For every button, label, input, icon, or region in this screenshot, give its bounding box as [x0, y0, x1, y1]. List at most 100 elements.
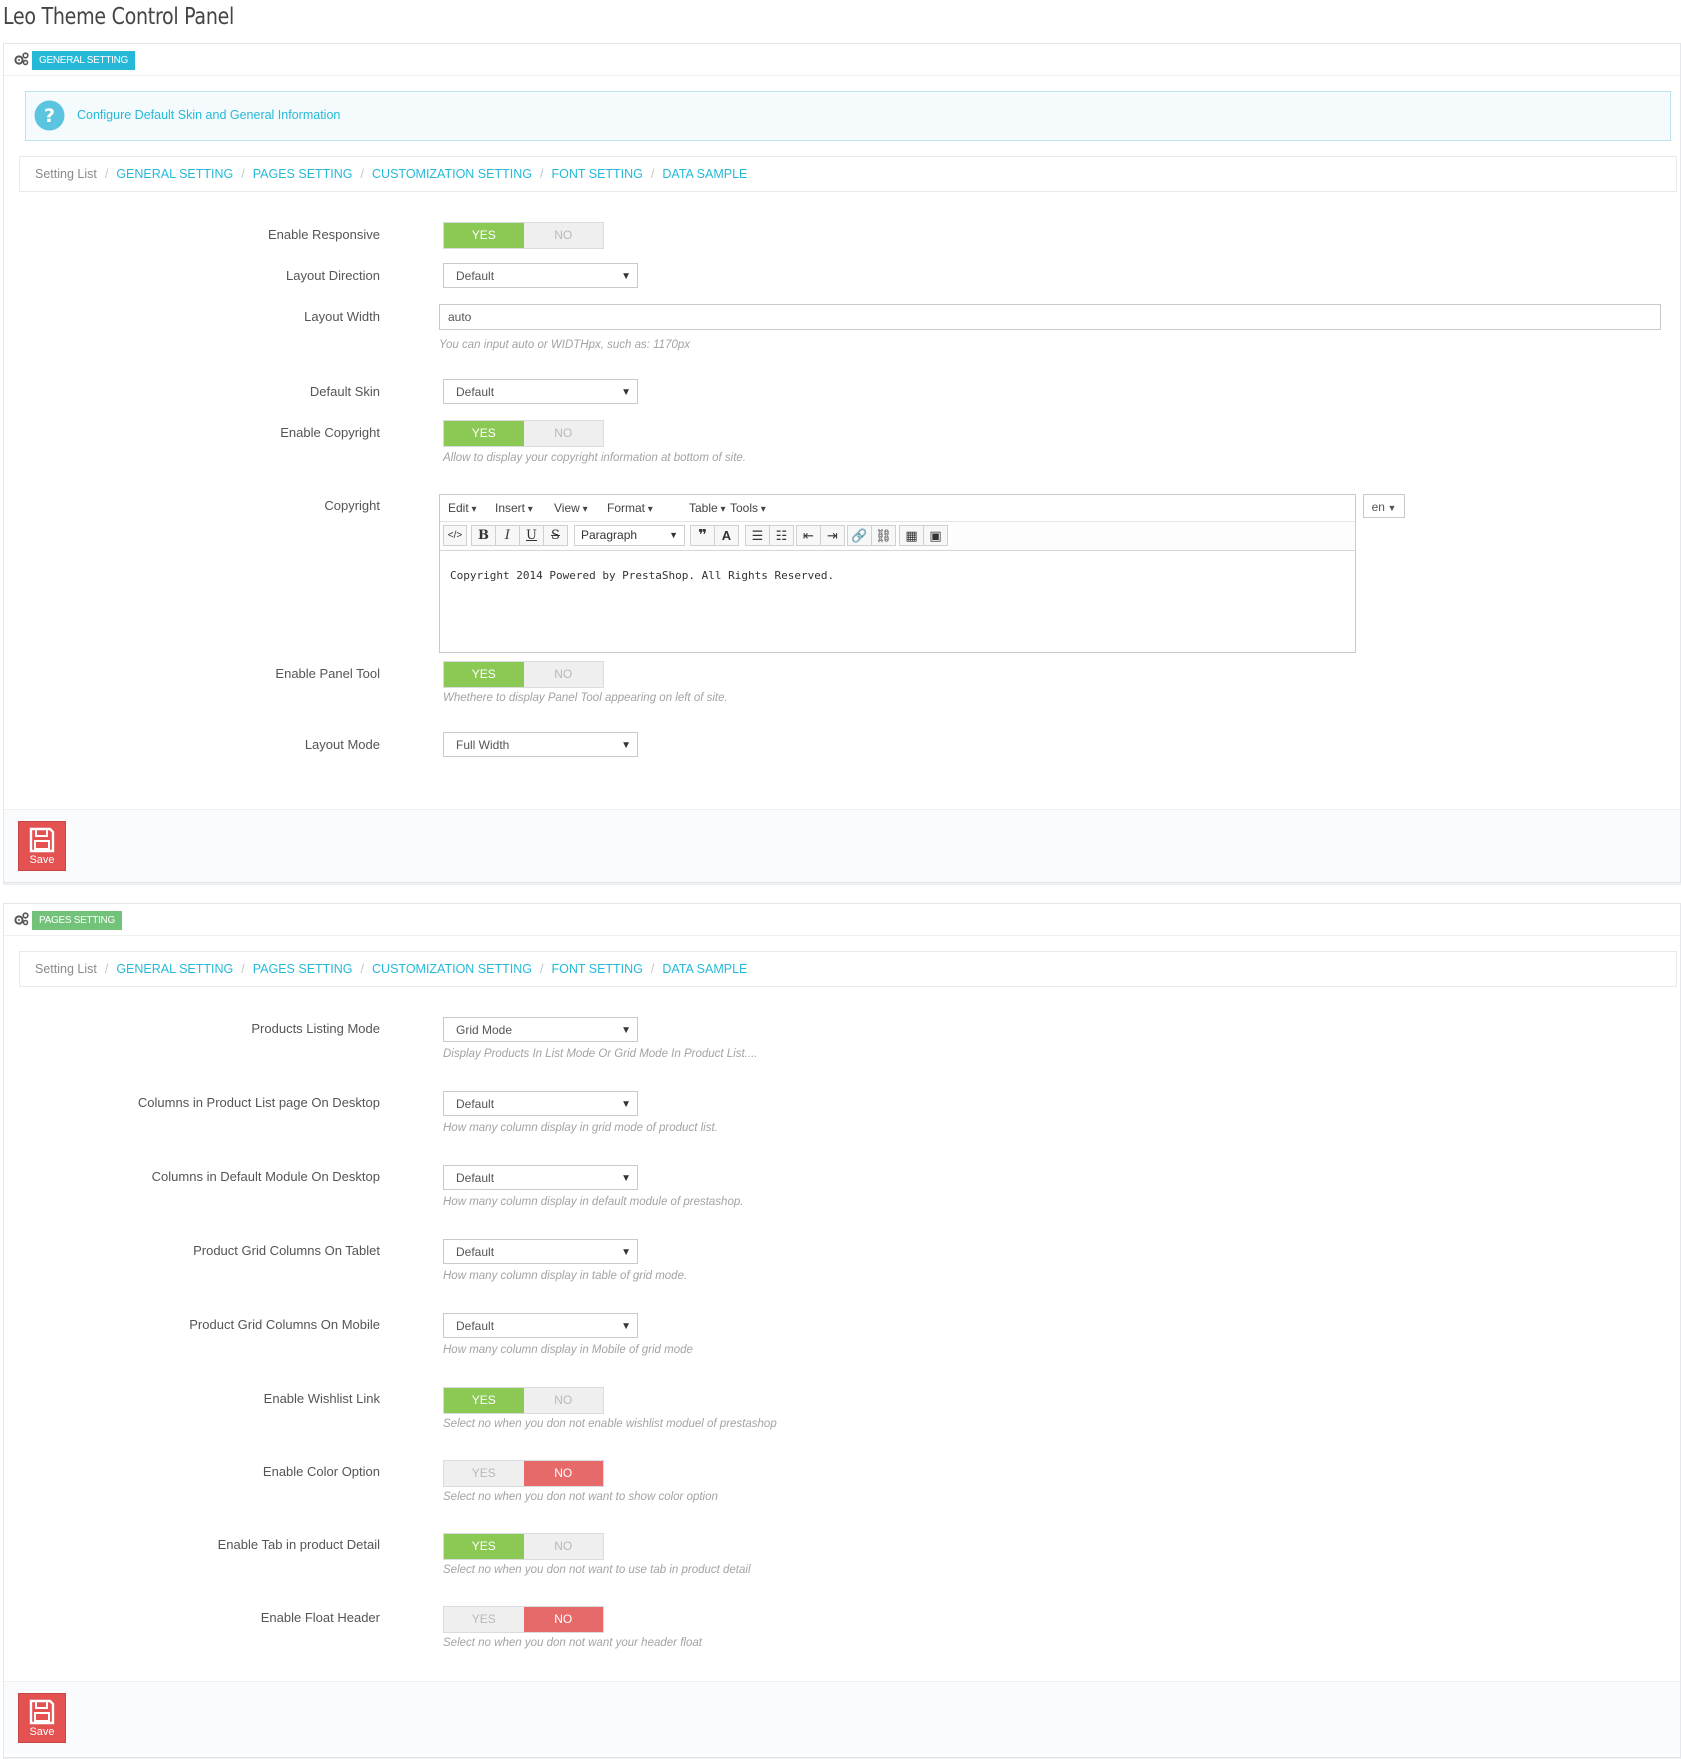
wishlist-toggle[interactable]: YES NO	[443, 1387, 604, 1414]
color-option-toggle[interactable]: YES NO	[443, 1460, 604, 1487]
toggle-no[interactable]: NO	[523, 1607, 603, 1632]
listing-mode-help: Display Products In List Mode Or Grid Mo…	[443, 1048, 758, 1060]
blockquote-icon[interactable]: ❞	[691, 526, 715, 545]
layout-width-input[interactable]: auto	[439, 304, 1661, 330]
link-icon[interactable]: 🔗	[848, 526, 872, 545]
italic-icon[interactable]: I	[496, 526, 520, 545]
menu-format[interactable]: Format	[607, 501, 653, 515]
save-label: Save	[29, 854, 55, 866]
cols-mobile-select[interactable]: Default ▼	[443, 1313, 638, 1338]
panel-footer: Save	[4, 809, 1680, 882]
cols-module-select[interactable]: Default ▼	[443, 1165, 638, 1190]
caret-down-icon: ▼	[621, 740, 631, 751]
breadcrumb-pages-setting[interactable]: PAGES SETTING	[253, 962, 353, 976]
breadcrumb-font-setting[interactable]: FONT SETTING	[551, 962, 642, 976]
floppy-disk-icon	[29, 827, 55, 853]
select-value: Default	[456, 385, 495, 399]
info-text: Configure Default Skin and General Infor…	[77, 108, 341, 122]
caret-down-icon: ▼	[621, 1247, 631, 1258]
cols-desktop-select[interactable]: Default ▼	[443, 1091, 638, 1116]
breadcrumb-general-setting[interactable]: GENERAL SETTING	[116, 962, 233, 976]
float-header-toggle[interactable]: YES NO	[443, 1606, 604, 1633]
indent-icon[interactable]: ⇥	[821, 526, 844, 545]
toggle-no[interactable]: NO	[524, 1534, 604, 1559]
breadcrumb-customization-setting[interactable]: CUSTOMIZATION SETTING	[372, 167, 532, 181]
bullet-list-icon[interactable]: ☰	[746, 526, 770, 545]
source-code-icon[interactable]: </>	[443, 525, 467, 546]
panel-heading: PAGES SETTING	[4, 904, 1680, 936]
breadcrumb-general-setting[interactable]: GENERAL SETTING	[116, 167, 233, 181]
layout-direction-select[interactable]: Default ▼	[443, 263, 638, 288]
layout-mode-select[interactable]: Full Width ▼	[443, 732, 638, 757]
toggle-yes[interactable]: YES	[444, 1388, 524, 1413]
pages-setting-panel: PAGES SETTING Setting List / GENERAL SETTI…	[3, 903, 1681, 1758]
menu-view[interactable]: View	[554, 501, 588, 515]
enable-panel-tool-toggle[interactable]: YES NO	[443, 661, 604, 688]
save-button[interactable]: Save	[18, 1693, 66, 1743]
select-value: Grid Mode	[456, 1023, 513, 1037]
enable-responsive-label: Enable Responsive	[267, 227, 380, 242]
breadcrumb-data-sample[interactable]: DATA SAMPLE	[662, 167, 747, 181]
text-color-icon[interactable]: A	[715, 526, 738, 545]
toggle-yes[interactable]: YES	[444, 223, 524, 248]
image-icon[interactable]: ▣	[924, 526, 947, 545]
menu-table[interactable]: Table	[689, 501, 726, 515]
select-value: Default	[456, 1245, 495, 1259]
toggle-no[interactable]: NO	[523, 1461, 603, 1486]
outdent-icon[interactable]: ⇤	[797, 526, 821, 545]
paragraph-select[interactable]: Paragraph ▼	[574, 525, 685, 546]
strikethrough-icon[interactable]: S	[544, 526, 567, 545]
svg-text:?: ?	[44, 105, 55, 127]
floppy-disk-icon	[29, 1699, 55, 1725]
caret-down-icon: ▼	[621, 387, 631, 398]
wishlist-help: Select no when you don not enable wishli…	[443, 1418, 777, 1430]
video-icon[interactable]: ▦	[900, 526, 924, 545]
paragraph-value: Paragraph	[581, 528, 638, 542]
panel-badge: GENERAL SETTING	[32, 51, 136, 70]
toggle-no[interactable]: NO	[524, 1388, 604, 1413]
link-buttons: 🔗 ⛓	[847, 525, 896, 546]
copyright-editor[interactable]: Edit Insert View Format Table Tools </> …	[439, 494, 1356, 653]
cols-desktop-label: Columns in Product List page On Desktop	[137, 1095, 380, 1110]
toggle-yes[interactable]: YES	[444, 662, 524, 687]
breadcrumb-font-setting[interactable]: FONT SETTING	[551, 167, 642, 181]
enable-responsive-toggle[interactable]: YES NO	[443, 222, 604, 249]
default-skin-select[interactable]: Default ▼	[443, 379, 638, 404]
cols-tablet-select[interactable]: Default ▼	[443, 1239, 638, 1264]
bold-icon[interactable]: B	[472, 526, 496, 545]
menu-insert[interactable]: Insert	[495, 501, 533, 515]
toggle-yes[interactable]: YES	[444, 1534, 524, 1559]
enable-copyright-label: Enable Copyright	[280, 425, 380, 440]
numbered-list-icon[interactable]: ☷	[770, 526, 793, 545]
toggle-no[interactable]: NO	[524, 662, 604, 687]
save-button[interactable]: Save	[18, 821, 66, 871]
menu-tools[interactable]: Tools	[730, 501, 766, 515]
toggle-no[interactable]: NO	[524, 421, 604, 446]
breadcrumb-data-sample[interactable]: DATA SAMPLE	[662, 962, 747, 976]
enable-copyright-toggle[interactable]: YES NO	[443, 420, 604, 447]
cols-tablet-help: How many column display in table of grid…	[443, 1270, 688, 1282]
panel-badge: PAGES SETTING	[32, 911, 122, 930]
caret-down-icon: ▼	[621, 1025, 631, 1036]
breadcrumb-customization-setting[interactable]: CUSTOMIZATION SETTING	[372, 962, 532, 976]
float-header-label: Enable Float Header	[260, 1610, 380, 1625]
enable-copyright-help: Allow to display your copyright informat…	[443, 452, 746, 464]
tab-detail-toggle[interactable]: YES NO	[443, 1533, 604, 1560]
editor-menubar: Edit Insert View Format Table Tools	[440, 495, 1355, 522]
wishlist-label: Enable Wishlist Link	[263, 1391, 380, 1406]
underline-icon[interactable]: U	[520, 526, 544, 545]
toggle-yes[interactable]: YES	[444, 421, 524, 446]
toggle-yes[interactable]: YES	[444, 1607, 524, 1632]
toggle-no[interactable]: NO	[524, 223, 604, 248]
menu-edit[interactable]: Edit	[448, 501, 477, 515]
editor-content[interactable]: Copyright 2014 Powered by PrestaShop. Al…	[440, 551, 1355, 652]
toggle-yes[interactable]: YES	[444, 1461, 524, 1486]
cols-desktop-help: How many column display in grid mode of …	[443, 1122, 718, 1134]
language-dropdown[interactable]: en ▼	[1363, 494, 1405, 518]
breadcrumb-pages-setting[interactable]: PAGES SETTING	[253, 167, 353, 181]
unlink-icon[interactable]: ⛓	[872, 526, 895, 545]
select-value: Full Width	[456, 738, 510, 752]
listing-mode-select[interactable]: Grid Mode ▼	[443, 1017, 638, 1042]
caret-down-icon: ▼	[621, 271, 631, 282]
caret-down-icon: ▼	[621, 1321, 631, 1332]
